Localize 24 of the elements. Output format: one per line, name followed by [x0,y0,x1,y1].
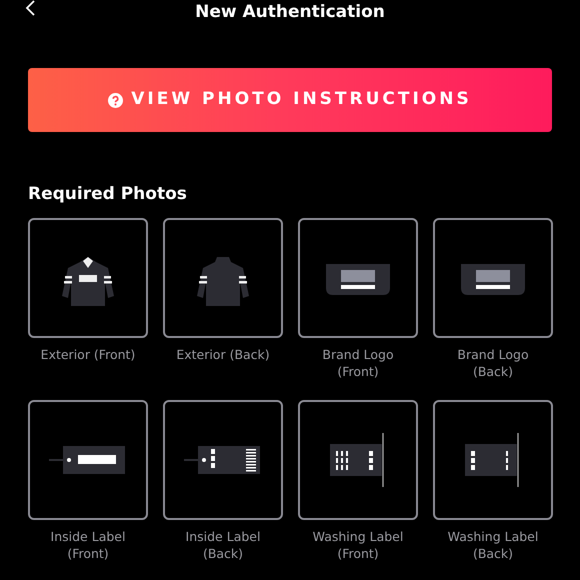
screen-title: New Authentication [195,2,385,22]
photo-label: Washing Label (Front) [312,529,404,562]
photo-slot[interactable] [298,400,418,520]
help-icon [108,92,124,108]
photo-slot[interactable] [433,400,553,520]
washing-label-icon [330,432,386,488]
back-button[interactable] [25,0,35,16]
photo-slot[interactable] [28,218,148,338]
photo-slot[interactable] [433,218,553,338]
back-icon [25,0,35,16]
washing-label-icon [465,432,521,488]
photo-label: Brand Logo (Back) [456,347,530,380]
photo-slot[interactable] [28,400,148,520]
view-instructions-button[interactable]: VIEW PHOTO INSTRUCTIONS [28,68,552,132]
section-title: Required Photos [28,183,188,205]
photo-label: Inside Label (Front) [50,529,126,562]
photo-label: Inside Label (Back) [184,529,262,562]
photo-slot[interactable] [163,218,283,338]
photo-label: Exterior (Back) [175,347,271,364]
photo-label: Exterior (Front) [40,347,136,364]
photo-label: Washing Label (Back) [446,529,540,562]
photo-slot[interactable] [163,400,283,520]
photo-label: Brand Logo (Front) [321,347,395,380]
photo-slot[interactable] [298,218,418,338]
